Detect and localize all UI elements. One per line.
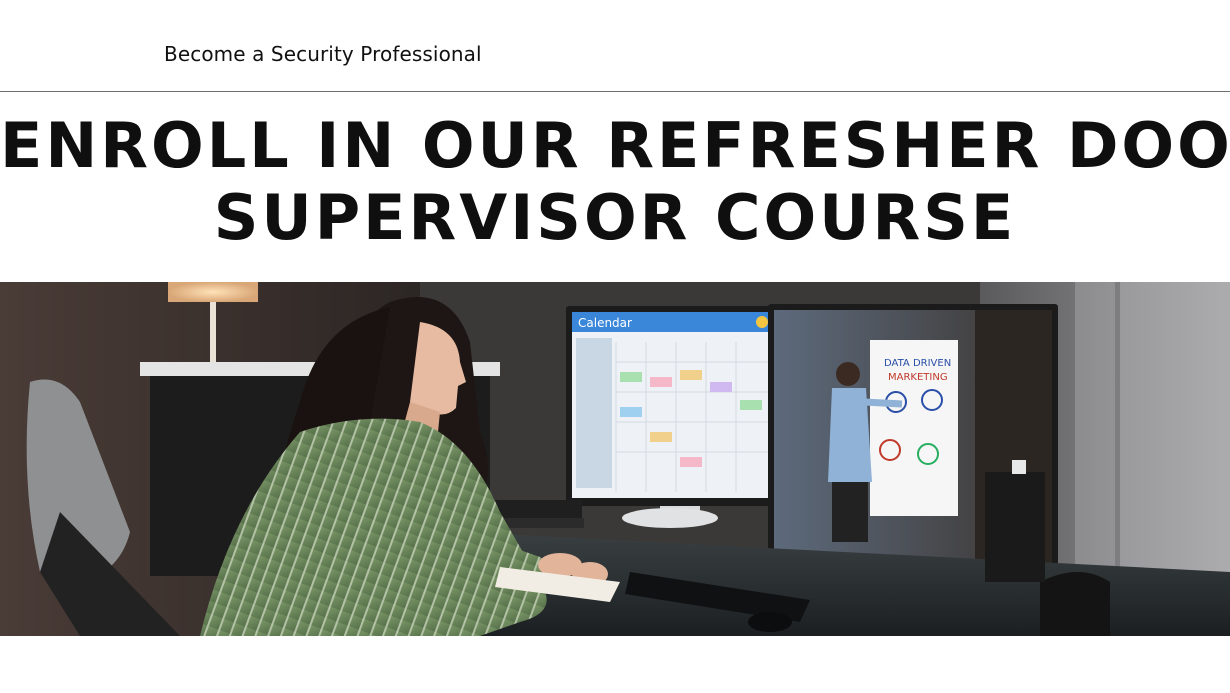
page-title-line-1: ENROLL IN OUR REFRESHER DOOR <box>0 109 1230 182</box>
hero-illustration: Calendar DATA DRIVEN MARKETING <box>0 282 1230 636</box>
calendar-title: Calendar <box>578 316 632 330</box>
whiteboard-line-1: DATA DRIVEN <box>884 358 951 369</box>
tagline: Become a Security Professional <box>164 42 482 66</box>
page-title-line-2: SUPERVISOR COURSE <box>213 181 1017 254</box>
whiteboard-line-2: MARKETING <box>888 372 948 383</box>
hero-photo: Calendar DATA DRIVEN MARKETING <box>0 282 1230 636</box>
page-title: ENROLL IN OUR REFRESHER DOOR SUPERVISOR … <box>0 110 1230 254</box>
top-bar: Become a Security Professional <box>0 0 1230 92</box>
